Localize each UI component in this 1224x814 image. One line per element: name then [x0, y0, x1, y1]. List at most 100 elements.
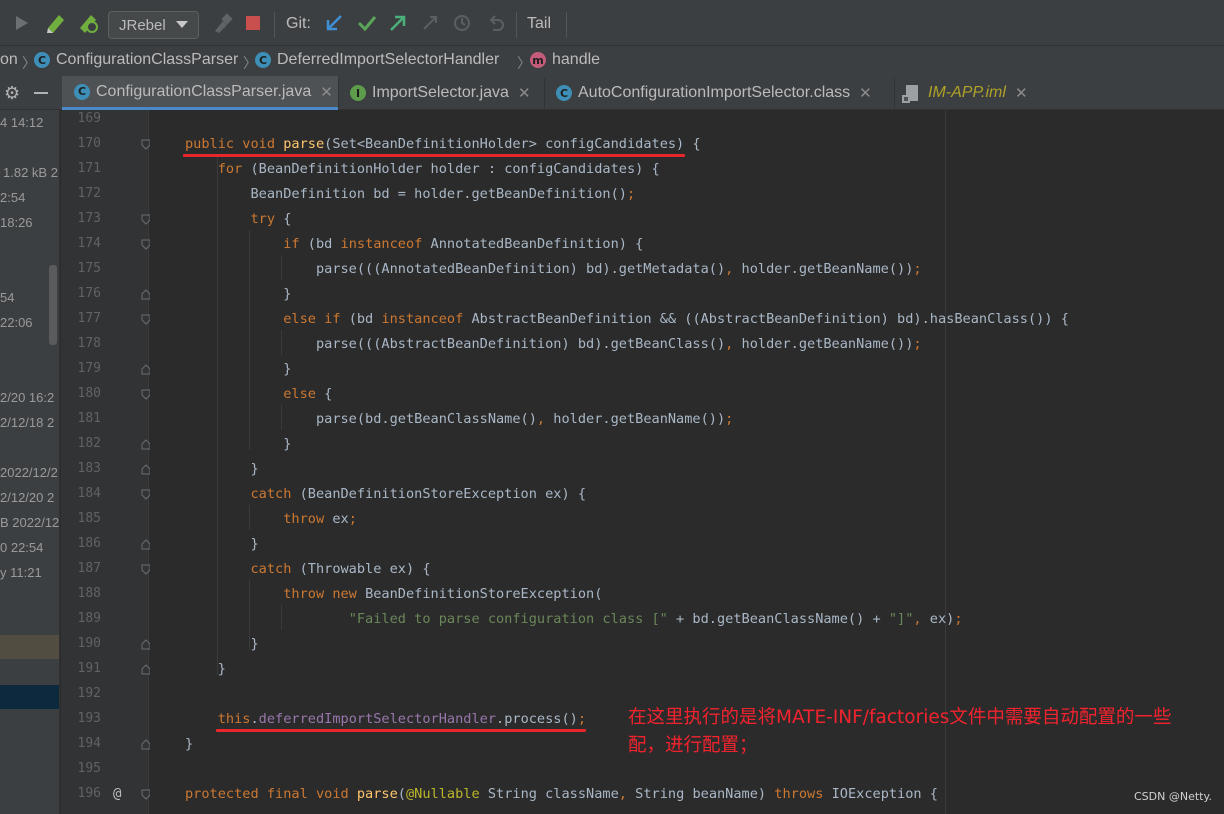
interface-icon: I [350, 85, 366, 101]
line-number: 170 [77, 136, 101, 151]
git-update-icon[interactable] [324, 11, 344, 35]
code-token: } [185, 286, 292, 302]
code-token: (Set<BeanDefinitionHolder> configCandida… [324, 136, 701, 152]
git-push-icon[interactable] [388, 11, 408, 35]
code-token: ; [577, 711, 587, 727]
code-line: parse(((AbstractBeanDefinition) bd).getB… [185, 336, 922, 352]
rebel-debug-icon[interactable] [76, 11, 100, 35]
line-number: 182 [77, 436, 101, 451]
project-panel: 4 14:12 1.82 kB 2 2:54 18:26 54 22:06 2/… [0, 110, 60, 814]
list-item[interactable]: 18:26 [0, 215, 33, 230]
rollback-icon[interactable] [486, 11, 506, 35]
code-token: ; [954, 611, 963, 627]
stop-icon[interactable] [244, 11, 262, 35]
breadcrumb-item-inner-class[interactable]: C DeferredImportSelectorHandler [255, 51, 499, 69]
rebel-run-icon[interactable] [44, 11, 68, 35]
run-icon[interactable] [14, 11, 30, 35]
tab-label: ConfigurationClassParser.java [96, 82, 312, 100]
breadcrumb-label: handle [552, 51, 601, 68]
history-icon[interactable] [452, 11, 472, 35]
code-token: try [185, 211, 284, 227]
line-number: 169 [77, 111, 101, 126]
code-token: ex [332, 511, 349, 527]
line-number: 176 [77, 286, 101, 301]
panel-selected-row[interactable] [0, 685, 59, 709]
line-number: 178 [77, 336, 101, 351]
code-token: holder.getBeanName()) [553, 411, 726, 427]
line-number: 180 [77, 386, 101, 401]
list-item[interactable]: 0 22:54 [0, 540, 43, 555]
code-token: , [618, 786, 636, 802]
code-token: . [250, 711, 259, 727]
close-icon[interactable]: ✕ [320, 83, 333, 101]
jrebel-dropdown[interactable]: JRebel [108, 11, 199, 39]
close-icon[interactable]: ✕ [518, 84, 531, 102]
code-token: } [185, 361, 292, 377]
line-number: 192 [77, 686, 101, 701]
code-token: BeanDefinitionStoreException( [365, 586, 603, 602]
minimize-icon[interactable] [34, 92, 49, 94]
tab-label: IM-APP.iml [928, 84, 1006, 101]
tab-configuration-class-parser[interactable]: C ConfigurationClassParser.java ✕ [62, 76, 338, 110]
git-merge-icon[interactable] [420, 11, 440, 35]
panel-scrollbar[interactable] [49, 265, 57, 345]
watermark: CSDN @Netty. [1134, 790, 1212, 803]
tab-import-selector[interactable]: I ImportSelector.java ✕ [338, 76, 544, 110]
highlight-underline [216, 729, 586, 732]
code-token: else if [185, 311, 349, 327]
override-gutter-icon[interactable]: @ [113, 786, 121, 802]
tab-label: AutoConfigurationImportSelector.class [578, 84, 851, 101]
code-token: "Failed to parse configuration class [" [348, 611, 668, 627]
code-line: public void parse(Set<BeanDefinitionHold… [185, 136, 701, 152]
tail-button[interactable]: Tail [527, 15, 551, 33]
code-line: this.deferredImportSelectorHandler.proce… [185, 711, 586, 727]
code-token: , [725, 336, 742, 352]
code-token: catch [185, 561, 300, 577]
code-token: (bd [307, 236, 341, 252]
code-line: } [185, 536, 259, 552]
git-commit-icon[interactable] [356, 11, 378, 35]
gear-icon[interactable]: ⚙ [4, 83, 20, 104]
line-number: 189 [77, 611, 101, 626]
code-token: BeanDefinition bd = holder.getBeanDefini… [185, 186, 627, 202]
list-item[interactable]: 2/12/18 2 [0, 415, 54, 430]
tab-auto-configuration-import-selector[interactable]: C AutoConfigurationImportSelector.class … [544, 76, 894, 110]
breadcrumb-item-package[interactable]: on [0, 51, 18, 69]
list-item[interactable]: 2:54 [0, 190, 25, 205]
code-token: } [185, 461, 259, 477]
list-item[interactable]: 2/20 16:2 [0, 390, 54, 405]
list-item[interactable]: 1.82 kB 2 [3, 165, 58, 180]
build-icon[interactable] [212, 11, 234, 35]
code-token: } [185, 536, 259, 552]
code-token: "]" [888, 611, 914, 627]
list-item[interactable]: 4 14:12 [0, 115, 43, 130]
list-item[interactable]: y 11:21 [0, 565, 42, 580]
breadcrumb-item-class[interactable]: C ConfigurationClassParser [34, 51, 238, 69]
tab-im-app-iml[interactable]: IM-APP.iml ✕ [894, 76, 1042, 110]
panel-selected-row[interactable] [0, 635, 59, 659]
close-icon[interactable]: ✕ [859, 84, 872, 102]
line-number: 181 [77, 411, 101, 426]
list-item[interactable]: 2/12/20 2 [0, 490, 54, 505]
code-token: else [185, 386, 325, 402]
editor-scrollbar[interactable] [1210, 110, 1224, 814]
code-token: parse(bd.getBeanClassName() [185, 411, 537, 427]
breadcrumb-item-method[interactable]: m handle [530, 51, 600, 69]
code-line: throw ex; [185, 511, 357, 527]
editor-gutter[interactable]: 169 170 171 172 173 174 175 176 177 178 179 180 181 1… [61, 110, 151, 814]
code-token: + bd.getBeanClassName() + [667, 611, 889, 627]
list-item[interactable]: B 2022/12 [0, 515, 59, 530]
list-item[interactable]: 54 [0, 290, 14, 305]
list-item[interactable]: 2022/12/2 [0, 465, 58, 480]
code-token: for [185, 161, 251, 177]
code-line: catch (BeanDefinitionStoreException ex) … [185, 486, 586, 502]
list-item[interactable]: 22:06 [0, 315, 33, 330]
code-line: } [185, 736, 193, 752]
close-icon[interactable]: ✕ [1015, 84, 1028, 102]
code-line: } [185, 636, 258, 652]
toolbar-separator [274, 12, 275, 38]
line-number: 186 [77, 536, 101, 551]
code-token: ; [348, 511, 357, 527]
code-token: String className [487, 786, 619, 802]
